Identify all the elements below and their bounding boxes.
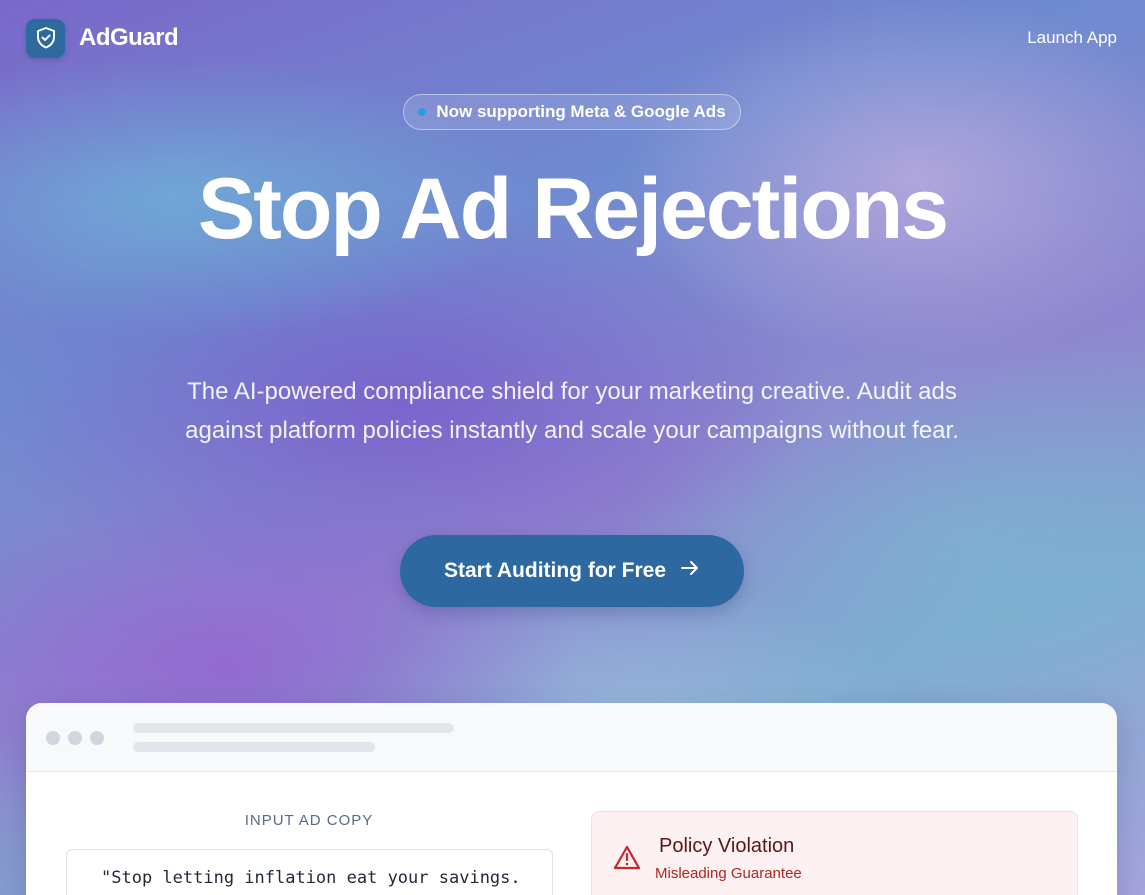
announcement-badge: Now supporting Meta & Google Ads [403, 94, 741, 130]
window-titlebar [26, 703, 1117, 772]
start-auditing-button[interactable]: Start Auditing for Free [400, 535, 744, 607]
hero-subtitle: The AI-powered compliance shield for you… [185, 378, 959, 444]
window-dot-icon [90, 731, 104, 745]
hero-title: Stop Ad Rejections [197, 161, 949, 257]
shield-check-icon [26, 18, 65, 58]
ad-copy-input[interactable]: "Stop letting inflation eat your savings… [66, 849, 553, 895]
status-dot-icon [418, 108, 427, 116]
violation-title: Policy Violation [659, 835, 795, 857]
brand-name: AdGuard [79, 24, 179, 51]
brand[interactable]: AdGuard [26, 18, 179, 58]
skeleton-line [133, 742, 375, 752]
window-dot-icon [46, 731, 60, 745]
policy-violation-alert: Policy Violation Misleading Guarantee [591, 811, 1078, 895]
skeleton-line [133, 723, 454, 733]
violation-reason: Misleading Guarantee [655, 865, 802, 882]
top-nav: AdGuard Launch App [26, 18, 1117, 58]
input-ad-copy-label: INPUT AD COPY [244, 812, 374, 829]
announcement-text: Now supporting Meta & Google Ads [436, 102, 726, 121]
window-dot-icon [68, 731, 82, 745]
warning-triangle-icon [613, 845, 641, 876]
launch-app-link[interactable]: Launch App [1027, 28, 1117, 48]
cta-label: Start Auditing for Free [443, 559, 667, 582]
arrow-right-icon [680, 559, 700, 583]
app-preview-window: INPUT AD COPY "Stop letting inflation ea… [26, 703, 1117, 895]
